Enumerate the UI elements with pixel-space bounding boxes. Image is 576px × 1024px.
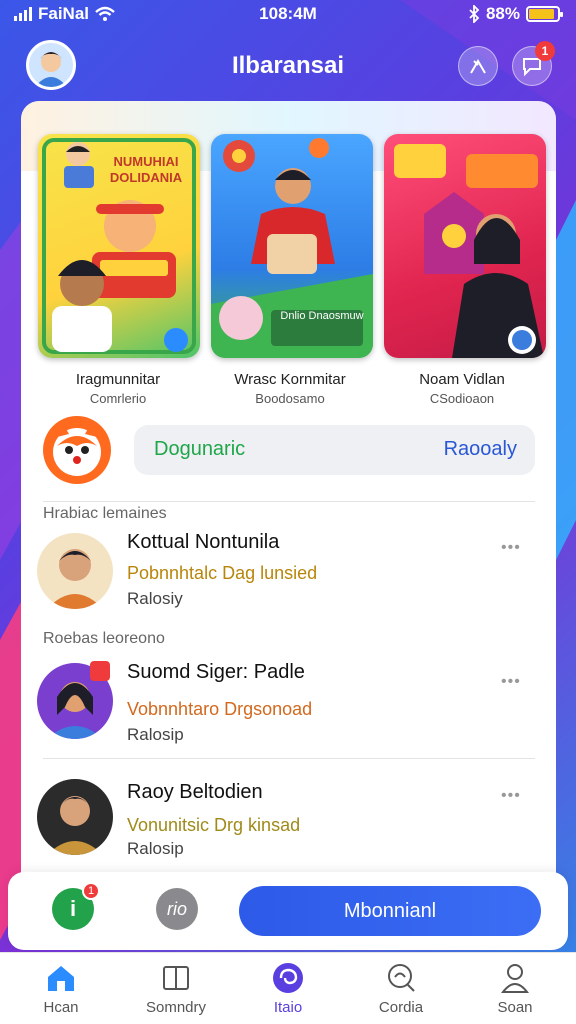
bluetooth-icon [469,5,480,23]
info-icon: i [69,896,77,921]
main-card: NUMUHIAI DOLIDANIA Iragmunnitar Comrleri… [21,101,556,901]
secondary-action-icon: rio [166,898,187,919]
more-options-button[interactable]: ••• [501,787,521,805]
featured-tile-3[interactable] [384,134,546,358]
person-icon [500,964,530,993]
tab-main[interactable]: Itaio [238,961,338,1016]
person-status-1: Pobnnhtalc Dag lunsied [127,563,318,583]
battery-icon [526,6,563,22]
tile-illustration [394,144,544,358]
tab-label: Somndry [145,999,207,1016]
tile-2-poster-text: Dnlio Dnaosmuw [280,310,364,322]
person-avatar-1 [37,533,113,609]
tile-3-subtitle: CSodioaon [429,391,495,406]
tab-home[interactable]: Hcan [11,961,111,1016]
person-status-3: Vonunitsic Drg kinsad [127,815,301,835]
messages-button[interactable]: 1 [512,41,555,86]
book-icon [163,966,189,990]
person-name-2: Suomd Siger: Padle [127,661,305,683]
more-options-button[interactable]: ••• [501,673,521,691]
tile-1-label: Iragmunnitar [75,371,161,388]
tab-label: Cordia [378,999,424,1016]
person-name-1: Kottual Nontunila [127,531,280,553]
status-bar: FaiNal 108:4M 88% [0,0,576,28]
tile-illustration [211,138,373,358]
notification-badge: 1 [535,41,555,61]
bottom-tab-bar: Hcan Somndry Itaio Cordia Soan [0,952,576,1024]
tab-label: Hcan [43,999,79,1016]
tag-right[interactable]: Raooaly [444,438,517,461]
explore-button[interactable] [458,46,498,86]
tile-3-label: Noam Vidlan [419,371,505,388]
person-meta-1: Ralosiy [127,589,183,608]
tab-stories[interactable]: Somndry [126,961,226,1016]
secondary-action-button[interactable]: rio [156,888,198,930]
tile-2-label: Wrasc Kornmitar [234,371,346,388]
mascot-avatar[interactable] [43,416,111,484]
spiral-icon [273,963,303,993]
tab-search[interactable]: Cordia [351,961,451,1016]
primary-action-button[interactable]: Mbonnianl [239,886,541,936]
divider [43,501,535,502]
tab-profile[interactable]: Soan [465,961,565,1016]
section-heading-1: Hrabiac lemaines [43,505,167,522]
tab-label: Itaio [273,999,303,1016]
divider [43,758,535,759]
person-status-2: Vobnnhtaro Drgsonoad [127,699,313,719]
featured-tile-2[interactable]: Dnlio Dnaosmuw [211,134,373,358]
info-badge: 1 [82,882,100,900]
home-icon [48,966,74,991]
tile-1-subtitle: Comrlerio [89,391,147,406]
person-meta-2: Ralosip [127,725,184,744]
featured-tile-1[interactable]: NUMUHIAI DOLIDANIA [38,134,200,358]
app-header: Ilbaransai 1 [0,38,576,94]
tag-filter-bar: Dogunaric Raooaly [134,425,535,475]
tag-left[interactable]: Dogunaric [154,438,245,461]
tab-label: Soan [497,999,533,1016]
person-avatar-3 [37,779,113,855]
tile-1-poster-text: NUMUHIAI DOLIDANIA [109,154,183,185]
more-options-button[interactable]: ••• [501,539,521,557]
fox-icon [53,420,101,476]
action-bar: i 1 rio Mbonnianl [8,872,568,950]
search-icon [388,964,415,992]
battery-percent: 88% [485,4,520,23]
person-meta-3: Ralosip [127,839,184,858]
live-badge-icon [90,661,110,681]
compass-icon [470,59,486,74]
tile-2-subtitle: Boodosamo [255,391,325,406]
person-name-3: Raoy Beltodien [127,781,263,803]
section-heading-2: Roebas leoreono [43,630,165,647]
